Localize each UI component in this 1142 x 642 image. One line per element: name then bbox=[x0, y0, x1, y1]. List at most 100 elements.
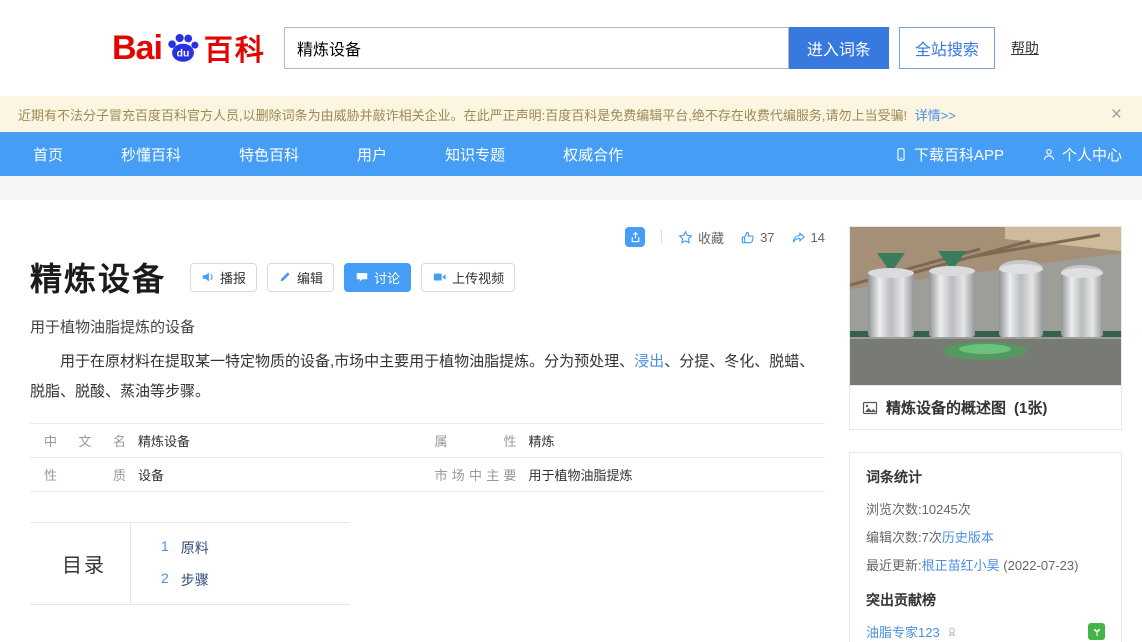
speaker-icon bbox=[201, 270, 215, 284]
help-link[interactable]: 帮助 bbox=[1011, 38, 1039, 58]
basic-info-box: 中文名 精炼设备 属性 精炼 性质 设备 市场中主要 用于植物油 bbox=[30, 423, 825, 492]
update-date: (2022-07-23) bbox=[1003, 558, 1078, 573]
svg-text:du: du bbox=[177, 49, 190, 60]
history-versions-link[interactable]: 历史版本 bbox=[942, 530, 994, 545]
views-label: 浏览次数: bbox=[866, 502, 922, 517]
forward-icon bbox=[791, 230, 806, 245]
info-row: 性质 设备 市场中主要 用于植物油脂提炼 bbox=[30, 458, 825, 492]
nav-item-users[interactable]: 用户 bbox=[357, 144, 387, 165]
main-column: 收藏 37 14 精炼设备 bbox=[0, 200, 849, 642]
pencil-icon bbox=[278, 270, 292, 284]
search-bar: 进入词条 全站搜索 帮助 bbox=[284, 27, 1039, 69]
toc-list: 1 原料 2 步骤 bbox=[131, 538, 209, 590]
stats-title: 词条统计 bbox=[866, 467, 1105, 487]
toc-item-steps[interactable]: 2 步骤 bbox=[161, 570, 209, 590]
download-app-button[interactable]: 下载百科APP bbox=[894, 144, 1004, 165]
edit-button[interactable]: 编辑 bbox=[267, 263, 334, 292]
upload-video-button[interactable]: 上传视频 bbox=[421, 263, 515, 292]
discuss-button[interactable]: 讨论 bbox=[344, 263, 411, 292]
speech-bubble-icon bbox=[355, 270, 369, 284]
entry-content: 收藏 37 14 精炼设备 bbox=[0, 200, 1142, 642]
edits-value: 7次 bbox=[922, 530, 942, 545]
info-label: 性质 bbox=[44, 465, 126, 484]
baidu-baike-logo[interactable]: Bai du 百科 bbox=[112, 27, 266, 69]
summary-inline-link[interactable]: 浸出 bbox=[634, 353, 664, 370]
background-strip bbox=[0, 176, 1142, 200]
info-pair-nature: 性质 设备 bbox=[44, 465, 435, 484]
page-title: 精炼设备 bbox=[30, 254, 166, 300]
nav-item-topics[interactable]: 知识专题 bbox=[445, 144, 505, 165]
discuss-label: 讨论 bbox=[374, 268, 400, 287]
top-header: Bai du 百科 进入词条 全站搜索 帮助 bbox=[0, 0, 1142, 96]
favorite-button[interactable]: 收藏 bbox=[678, 228, 724, 247]
overview-image[interactable] bbox=[850, 227, 1121, 385]
nav-item-home[interactable]: 首页 bbox=[33, 144, 63, 165]
overview-image-caption[interactable]: 精炼设备的概述图 (1张) bbox=[850, 385, 1121, 429]
sidebar: 精炼设备的概述图 (1张) 词条统计 浏览次数:10245次 编辑次数:7次历史… bbox=[849, 200, 1122, 642]
toc-item-label: 原料 bbox=[181, 538, 209, 558]
caption-count: (1张) bbox=[1014, 397, 1047, 418]
caption-text: 精炼设备的概述图 bbox=[886, 397, 1006, 418]
nav-item-tese[interactable]: 特色百科 bbox=[239, 144, 299, 165]
main-nav: 首页 秒懂百科 特色百科 用户 知识专题 权威合作 下载百科APP 个人中心 bbox=[0, 132, 1142, 176]
info-value: 精炼 bbox=[529, 431, 555, 450]
info-row: 中文名 精炼设备 属性 精炼 bbox=[30, 424, 825, 458]
notice-text: 近期有不法分子冒充百度百科官方人员,以删除词条为由威胁并敲诈相关企业。在此严正声… bbox=[18, 108, 907, 123]
entry-stats-card: 词条统计 浏览次数:10245次 编辑次数:7次历史版本 最近更新:根正苗红小昊… bbox=[849, 452, 1122, 642]
person-icon bbox=[1042, 147, 1056, 162]
nav-item-cooperation[interactable]: 权威合作 bbox=[563, 144, 623, 165]
info-label: 属性 bbox=[435, 431, 517, 450]
edits-label: 编辑次数: bbox=[866, 530, 922, 545]
update-label: 最近更新: bbox=[866, 558, 922, 573]
nav-right-group: 下载百科APP 个人中心 bbox=[894, 144, 1122, 165]
enter-entry-button[interactable]: 进入词条 bbox=[789, 27, 889, 69]
like-button[interactable]: 37 bbox=[740, 230, 774, 245]
personal-center-button[interactable]: 个人中心 bbox=[1042, 144, 1122, 165]
forward-button[interactable]: 14 bbox=[791, 230, 825, 245]
logo-text-baike: 百科 bbox=[204, 27, 266, 69]
views-value: 10245次 bbox=[922, 502, 971, 517]
contributor-link[interactable]: 油脂专家123 bbox=[866, 622, 940, 641]
info-label: 中文名 bbox=[44, 431, 126, 450]
info-label: 市场中主要 bbox=[435, 465, 517, 484]
toc-item-raw-material[interactable]: 1 原料 bbox=[161, 538, 209, 558]
info-pair-attribute: 属性 精炼 bbox=[435, 431, 826, 450]
summary-text-before: 用于在原材料在提取某一特定物质的设备,市场中主要用于植物油脂提炼。分为预处理、 bbox=[60, 353, 634, 370]
personal-center-label: 个人中心 bbox=[1062, 144, 1122, 165]
video-camera-icon bbox=[432, 270, 447, 284]
like-count: 37 bbox=[760, 230, 774, 245]
info-value: 用于植物油脂提炼 bbox=[529, 465, 633, 484]
site-search-button[interactable]: 全站搜索 bbox=[899, 27, 995, 69]
updater-link[interactable]: 根正苗红小昊 bbox=[922, 558, 1000, 573]
logo-text-bai: Bai bbox=[112, 29, 162, 68]
toc-item-number: 1 bbox=[161, 538, 169, 558]
title-buttons: 播报 编辑 讨论 bbox=[190, 263, 515, 292]
toc-item-label: 步骤 bbox=[181, 570, 209, 590]
overview-image-card: 精炼设备的概述图 (1张) bbox=[849, 226, 1122, 430]
divider bbox=[661, 230, 662, 244]
nav-item-miaodong[interactable]: 秒懂百科 bbox=[121, 144, 181, 165]
stat-last-update: 最近更新:根正苗红小昊 (2022-07-23) bbox=[866, 555, 1105, 574]
close-icon[interactable]: × bbox=[1105, 103, 1128, 126]
forward-count: 14 bbox=[811, 230, 825, 245]
title-row: 精炼设备 播报 编辑 bbox=[30, 254, 825, 300]
notice-detail-link[interactable]: 详情>> bbox=[915, 108, 956, 123]
baidu-paw-icon: du bbox=[164, 29, 202, 67]
contributor-row: 油脂专家123 bbox=[866, 622, 1105, 641]
stat-views: 浏览次数:10245次 bbox=[866, 499, 1105, 518]
table-of-contents: 目录 1 原料 2 步骤 bbox=[30, 522, 350, 605]
broadcast-label: 播报 bbox=[220, 268, 246, 287]
star-icon bbox=[678, 230, 693, 245]
notice-bar: 近期有不法分子冒充百度百科官方人员,以删除词条为由威胁并敲诈相关企业。在此严正声… bbox=[0, 96, 1142, 132]
broadcast-button[interactable]: 播报 bbox=[190, 263, 257, 292]
quality-badge-icon[interactable] bbox=[1088, 623, 1105, 640]
toc-title: 目录 bbox=[30, 523, 131, 604]
entry-summary: 用于在原材料在提取某一特定物质的设备,市场中主要用于植物油脂提炼。分为预处理、浸… bbox=[30, 347, 825, 407]
share-button[interactable] bbox=[625, 227, 645, 247]
baike-page: Bai du 百科 进入词条 全站搜索 帮助 近期有不法分子冒充百度百科官方人员… bbox=[0, 0, 1142, 642]
entry-action-row: 收藏 37 14 bbox=[30, 226, 825, 248]
upload-video-label: 上传视频 bbox=[452, 268, 504, 287]
toc-item-number: 2 bbox=[161, 570, 169, 590]
search-input[interactable] bbox=[284, 27, 789, 69]
picture-icon bbox=[862, 400, 878, 416]
